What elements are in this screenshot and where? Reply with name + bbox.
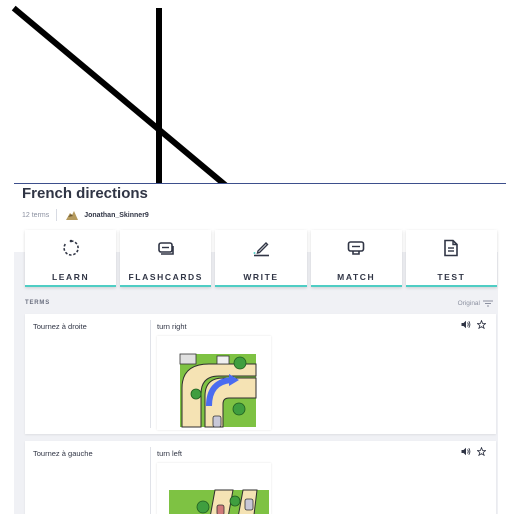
- turn-right-map-image: [157, 336, 271, 430]
- filter-icon: [483, 300, 493, 306]
- match-icon: [347, 241, 365, 255]
- definition-text: turn left: [157, 449, 183, 458]
- sort-label: Original: [457, 299, 480, 307]
- flashcards-mode-label: FLASHCARDS: [128, 272, 204, 282]
- hand-drawn-lines: [11, 5, 229, 184]
- match-mode-label: MATCH: [337, 272, 376, 282]
- terms-header: TERMS Original: [25, 296, 493, 310]
- audio-icon[interactable]: [461, 447, 471, 456]
- sort-dropdown[interactable]: Original: [458, 300, 493, 307]
- flashcards-icon: [157, 242, 174, 255]
- turn-left-map-illustration: [169, 489, 269, 514]
- header-divider: [14, 183, 506, 184]
- user-avatar-icon[interactable]: [65, 209, 79, 221]
- star-icon[interactable]: [477, 320, 486, 329]
- learn-icon: [62, 239, 79, 256]
- flashcards-mode-button[interactable]: FLASHCARDS: [120, 230, 212, 287]
- match-mode-button[interactable]: MATCH: [310, 230, 402, 287]
- star-icon[interactable]: [477, 447, 486, 456]
- term-count: 12 terms: [22, 211, 50, 219]
- test-icon: [444, 239, 459, 257]
- card-actions: [461, 447, 486, 456]
- audio-icon[interactable]: [461, 320, 471, 329]
- card-actions: [461, 320, 486, 329]
- term-text: Tournez à gauche: [33, 449, 93, 458]
- write-mode-button[interactable]: WRITE: [215, 230, 307, 287]
- learn-mode-label: LEARN: [51, 272, 90, 282]
- write-mode-label: WRITE: [243, 272, 279, 282]
- card-divider: [150, 320, 151, 428]
- learn-mode-button[interactable]: LEARN: [25, 230, 117, 287]
- meta-separator: [56, 209, 58, 221]
- definition-text: turn right: [157, 322, 187, 331]
- write-icon: [253, 242, 269, 257]
- term-card: Tournez à droite turn right: [25, 314, 496, 434]
- card-divider: [150, 447, 151, 514]
- study-modes: LEARN FLASHCARDS WRITE MATCH TEST: [25, 230, 498, 287]
- test-mode-button[interactable]: TEST: [405, 230, 498, 287]
- set-meta: 12 terms Jonathan_Skinner9: [22, 208, 149, 222]
- turn-left-map-image: [157, 463, 271, 514]
- terms-section-label: TERMS: [25, 300, 50, 306]
- turn-right-map-illustration: [179, 353, 257, 428]
- username-link[interactable]: Jonathan_Skinner9: [84, 212, 149, 219]
- term-text: Tournez à droite: [33, 322, 87, 331]
- term-card: Tournez à gauche turn left: [25, 441, 496, 514]
- drawing-area: [0, 0, 512, 184]
- set-title: French directions: [22, 185, 148, 202]
- test-mode-label: TEST: [437, 272, 466, 282]
